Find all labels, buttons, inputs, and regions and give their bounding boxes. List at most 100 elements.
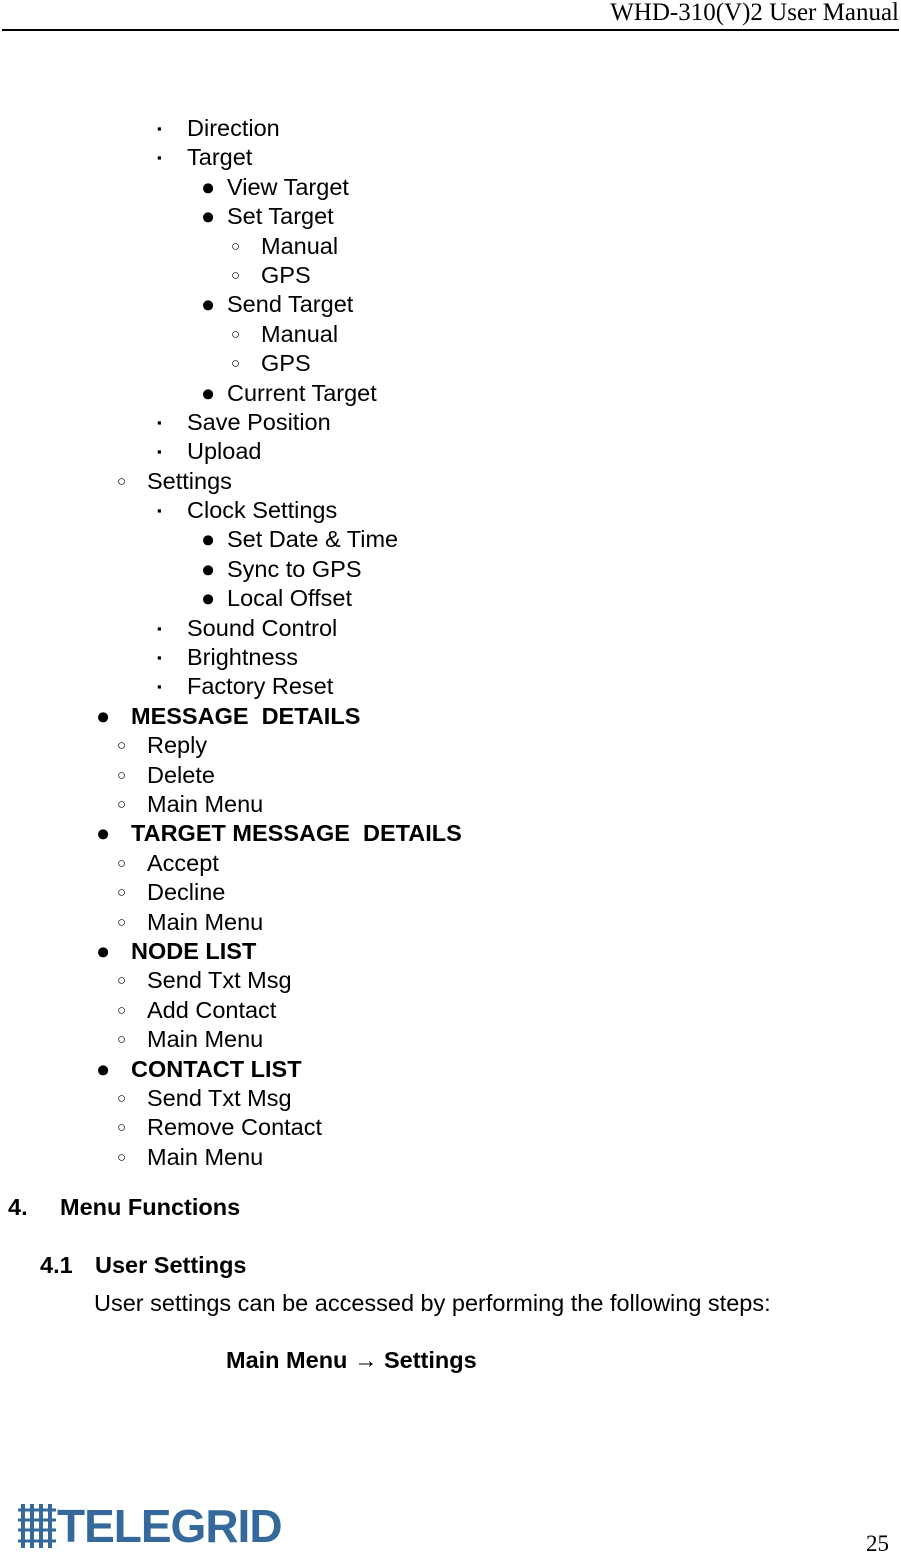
circle-bullet-icon: ○ bbox=[117, 1001, 127, 1019]
outline-item-label: Clock Settings bbox=[187, 497, 338, 524]
outline-item: ○ Decline bbox=[0, 878, 901, 907]
outline-item: ○ Manual bbox=[0, 232, 901, 261]
subsection-heading: 4.1 User Settings bbox=[40, 1250, 247, 1280]
outline-item: ● Send Target bbox=[0, 290, 901, 319]
outline-item-label: Reply bbox=[147, 732, 208, 759]
square-bullet-icon: ▪ bbox=[157, 150, 162, 166]
square-bullet-icon: ▪ bbox=[157, 444, 162, 460]
disc-bullet-icon: ● bbox=[96, 820, 111, 847]
outline-item-label: TARGET MESSAGE DETAILS bbox=[131, 820, 462, 847]
header-document-title: WHD-310(V)2 User Manual bbox=[610, 0, 899, 26]
outline-item: ▪ Direction bbox=[0, 114, 901, 143]
circle-bullet-icon: ○ bbox=[117, 972, 127, 990]
outline-item: ▪ Clock Settings bbox=[0, 496, 901, 525]
outline-item: ● Set Target bbox=[0, 202, 901, 231]
outline-item: ● CONTACT LIST bbox=[0, 1055, 901, 1084]
circle-bullet-icon: ○ bbox=[117, 795, 127, 813]
outline-item-label: Target bbox=[187, 144, 253, 171]
outline-item-label: Decline bbox=[147, 879, 226, 906]
circle-bullet-icon: ○ bbox=[117, 913, 127, 931]
circle-bullet-icon: ○ bbox=[117, 1089, 127, 1107]
outline-item-label: GPS bbox=[261, 350, 311, 377]
subsection-heading-number: 4.1 bbox=[40, 1252, 73, 1278]
outline-item-label: Main Menu bbox=[147, 1143, 264, 1170]
circle-bullet-icon: ○ bbox=[117, 1148, 127, 1166]
page-number: 25 bbox=[866, 1531, 889, 1556]
telegrid-wordmark: TELEGRID bbox=[57, 1500, 283, 1552]
outline-item-label: Factory Reset bbox=[187, 673, 334, 700]
outline-item-label: Remove Contact bbox=[147, 1114, 323, 1141]
circle-bullet-icon: ○ bbox=[117, 766, 127, 784]
circle-bullet-icon: ○ bbox=[231, 325, 241, 343]
outline-item: ○ Add Contact bbox=[0, 996, 901, 1025]
outline-item: ● Current Target bbox=[0, 379, 901, 408]
disc-bullet-icon: ● bbox=[96, 702, 111, 729]
square-bullet-icon: ▪ bbox=[157, 121, 162, 136]
outline-item-label: GPS bbox=[261, 261, 311, 288]
outline-item-label: Sound Control bbox=[187, 614, 338, 641]
page-header: WHD-310(V)2 User Manual bbox=[0, 0, 901, 31]
outline-item: ▪ Save Position bbox=[0, 408, 901, 437]
outline-item: ▪ Target bbox=[0, 143, 901, 172]
outline-item: ● MESSAGE DETAILS bbox=[0, 702, 901, 731]
disc-bullet-icon: ● bbox=[201, 203, 216, 230]
grid-icon bbox=[18, 1504, 56, 1548]
outline-item: ● Set Date & Time bbox=[0, 525, 901, 554]
outline-item-label: Manual bbox=[261, 320, 339, 347]
disc-bullet-icon: ● bbox=[201, 291, 216, 318]
outline-item-label: Main Menu bbox=[147, 1026, 264, 1053]
circle-bullet-icon: ○ bbox=[117, 472, 127, 490]
telegrid-logo: TELEGRID bbox=[18, 1500, 283, 1552]
outline-item: ○ Main Menu bbox=[0, 790, 901, 819]
square-bullet-icon: ▪ bbox=[157, 620, 162, 636]
outline-item-label: Accept bbox=[147, 849, 219, 876]
circle-bullet-icon: ○ bbox=[231, 237, 241, 255]
outline-item-label: Send Target bbox=[227, 291, 354, 318]
outline-item-label: Set Date & Time bbox=[227, 526, 399, 553]
outline-item-label: Upload bbox=[187, 438, 262, 465]
outline-item: ○ GPS bbox=[0, 261, 901, 290]
circle-bullet-icon: ○ bbox=[231, 266, 241, 284]
outline-item-label: NODE LIST bbox=[131, 937, 257, 964]
navigation-path-text: Main Menu → Settings bbox=[226, 1347, 477, 1373]
outline-item-label: Save Position bbox=[187, 408, 331, 435]
circle-bullet-icon: ○ bbox=[117, 884, 127, 902]
outline-item-label: Brightness bbox=[187, 644, 299, 671]
outline-item-label: Delete bbox=[147, 761, 215, 788]
outline-item-label: Settings bbox=[147, 467, 232, 494]
outline-item: ○ Manual bbox=[0, 320, 901, 349]
square-bullet-icon: ▪ bbox=[157, 503, 162, 519]
header-divider-rule bbox=[2, 29, 899, 31]
outline-item: ● NODE LIST bbox=[0, 937, 901, 966]
outline-item-label: View Target bbox=[227, 173, 349, 200]
outline-item: ○ Main Menu bbox=[0, 1143, 901, 1172]
outline-item: ● Local Offset bbox=[0, 584, 901, 613]
outline-item: ○ Settings bbox=[0, 467, 901, 496]
circle-bullet-icon: ○ bbox=[117, 737, 127, 755]
disc-bullet-icon: ● bbox=[201, 585, 216, 612]
outline-item: ○ Accept bbox=[0, 849, 901, 878]
disc-bullet-icon: ● bbox=[201, 173, 216, 200]
outline-item: ○ Delete bbox=[0, 761, 901, 790]
circle-bullet-icon: ○ bbox=[231, 355, 241, 373]
outline-item-label: Manual bbox=[261, 232, 339, 259]
section-heading-title: Menu Functions bbox=[60, 1194, 241, 1220]
section-heading: 4. Menu Functions bbox=[8, 1192, 240, 1222]
outline-item: ● TARGET MESSAGE DETAILS bbox=[0, 819, 901, 848]
outline-item: ○ Remove Contact bbox=[0, 1113, 901, 1142]
outline-item: ▪ Upload bbox=[0, 437, 901, 466]
disc-bullet-icon: ● bbox=[201, 379, 216, 406]
circle-bullet-icon: ○ bbox=[117, 854, 127, 872]
circle-bullet-icon: ○ bbox=[117, 1119, 127, 1137]
outline-item: ○ GPS bbox=[0, 349, 901, 378]
body-paragraph: User settings can be accessed by perform… bbox=[94, 1290, 771, 1316]
outline-item-label: Current Target bbox=[227, 379, 377, 406]
outline-item-label: Main Menu bbox=[147, 908, 264, 935]
outline-item: ▪ Factory Reset bbox=[0, 672, 901, 701]
subsection-heading-title: User Settings bbox=[95, 1252, 247, 1278]
section-heading-number: 4. bbox=[8, 1194, 28, 1220]
outline-item-label: Set Target bbox=[227, 203, 334, 230]
outline-item: ○ Main Menu bbox=[0, 908, 901, 937]
outline-item: ○ Main Menu bbox=[0, 1025, 901, 1054]
square-bullet-icon: ▪ bbox=[157, 650, 162, 666]
